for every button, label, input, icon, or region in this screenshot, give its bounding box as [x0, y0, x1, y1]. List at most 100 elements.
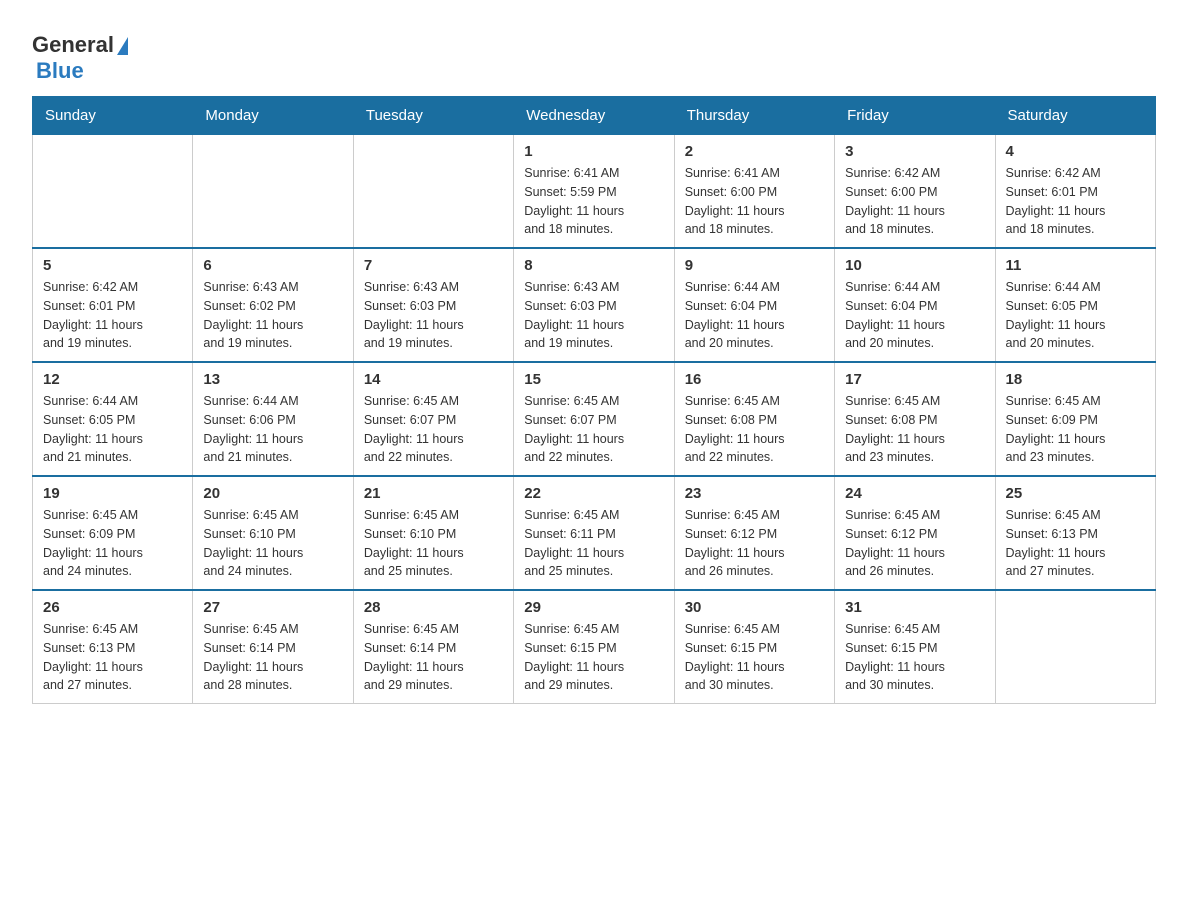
- logo: General Blue: [32, 32, 128, 84]
- day-number: 12: [43, 371, 182, 388]
- weekday-header: Tuesday: [353, 97, 513, 135]
- calendar-cell: 4Sunrise: 6:42 AMSunset: 6:01 PMDaylight…: [995, 135, 1155, 249]
- calendar-cell: 3Sunrise: 6:42 AMSunset: 6:00 PMDaylight…: [835, 135, 995, 249]
- calendar-cell: 11 Sunrise: 6:44 AMSunset: 6:05 PMDayligh…: [995, 248, 1155, 362]
- day-number: 1: [524, 143, 663, 160]
- day-info: Sunrise: 6:42 AMSunset: 6:01 PMDaylight:…: [43, 278, 182, 353]
- calendar-cell: 28 Sunrise: 6:45 AMSunset: 6:14 PMDayligh…: [353, 590, 513, 704]
- calendar-cell: 31 Sunrise: 6:45 AMSunset: 6:15 PMDayligh…: [835, 590, 995, 704]
- day-info: Sunrise: 6:45 AMSunset: 6:13 PMDaylight:…: [1006, 506, 1145, 581]
- day-info: Sunrise: 6:45 AMSunset: 6:15 PMDaylight:…: [524, 620, 663, 695]
- weekday-header: Thursday: [674, 97, 834, 135]
- weekday-header: Sunday: [33, 97, 193, 135]
- day-info: Sunrise: 6:41 AMSunset: 5:59 PMDaylight:…: [524, 164, 663, 239]
- day-info: Sunrise: 6:44 AMSunset: 6:04 PMDaylight:…: [845, 278, 984, 353]
- day-number: 25: [1006, 485, 1145, 502]
- calendar-cell: 16Sunrise: 6:45 AMSunset: 6:08 PMDayligh…: [674, 362, 834, 476]
- day-info: Sunrise: 6:45 AMSunset: 6:15 PMDaylight:…: [685, 620, 824, 695]
- day-number: 8: [524, 257, 663, 274]
- day-number: 19: [43, 485, 182, 502]
- calendar-cell: 25 Sunrise: 6:45 AMSunset: 6:13 PMDayligh…: [995, 476, 1155, 590]
- day-number: 5: [43, 257, 182, 274]
- day-number: 17: [845, 371, 984, 388]
- calendar-cell: 29 Sunrise: 6:45 AMSunset: 6:15 PMDayligh…: [514, 590, 674, 704]
- day-info: Sunrise: 6:45 AMSunset: 6:09 PMDaylight:…: [1006, 392, 1145, 467]
- calendar-week-row: 19 Sunrise: 6:45 AMSunset: 6:09 PMDayligh…: [33, 476, 1156, 590]
- weekday-header: Friday: [835, 97, 995, 135]
- day-info: Sunrise: 6:45 AMSunset: 6:11 PMDaylight:…: [524, 506, 663, 581]
- day-number: 10: [845, 257, 984, 274]
- day-info: Sunrise: 6:45 AMSunset: 6:10 PMDaylight:…: [364, 506, 503, 581]
- day-number: 24: [845, 485, 984, 502]
- day-number: 28: [364, 599, 503, 616]
- weekday-header: Monday: [193, 97, 353, 135]
- day-info: Sunrise: 6:41 AMSunset: 6:00 PMDaylight:…: [685, 164, 824, 239]
- calendar-cell: 26Sunrise: 6:45 AMSunset: 6:13 PMDayligh…: [33, 590, 193, 704]
- day-info: Sunrise: 6:45 AMSunset: 6:12 PMDaylight:…: [685, 506, 824, 581]
- calendar-cell: 13 Sunrise: 6:44 AMSunset: 6:06 PMDayligh…: [193, 362, 353, 476]
- day-number: 27: [203, 599, 342, 616]
- calendar-cell: 27 Sunrise: 6:45 AMSunset: 6:14 PMDayligh…: [193, 590, 353, 704]
- weekday-header: Saturday: [995, 97, 1155, 135]
- calendar-cell: [33, 135, 193, 249]
- calendar-cell: 2 Sunrise: 6:41 AMSunset: 6:00 PMDaylight…: [674, 135, 834, 249]
- day-info: Sunrise: 6:45 AMSunset: 6:07 PMDaylight:…: [364, 392, 503, 467]
- calendar-cell: 9 Sunrise: 6:44 AMSunset: 6:04 PMDaylight…: [674, 248, 834, 362]
- day-number: 6: [203, 257, 342, 274]
- logo-blue-text: Blue: [36, 58, 84, 84]
- day-info: Sunrise: 6:42 AMSunset: 6:00 PMDaylight:…: [845, 164, 984, 239]
- calendar-week-row: 26Sunrise: 6:45 AMSunset: 6:13 PMDayligh…: [33, 590, 1156, 704]
- day-info: Sunrise: 6:45 AMSunset: 6:14 PMDaylight:…: [203, 620, 342, 695]
- day-info: Sunrise: 6:44 AMSunset: 6:04 PMDaylight:…: [685, 278, 824, 353]
- calendar-cell: 12 Sunrise: 6:44 AMSunset: 6:05 PMDayligh…: [33, 362, 193, 476]
- calendar-week-row: 1 Sunrise: 6:41 AMSunset: 5:59 PMDaylight…: [33, 135, 1156, 249]
- day-number: 4: [1006, 143, 1145, 160]
- day-info: Sunrise: 6:45 AMSunset: 6:08 PMDaylight:…: [845, 392, 984, 467]
- day-number: 11: [1006, 257, 1145, 274]
- day-number: 15: [524, 371, 663, 388]
- calendar-cell: 30Sunrise: 6:45 AMSunset: 6:15 PMDayligh…: [674, 590, 834, 704]
- day-number: 14: [364, 371, 503, 388]
- day-number: 23: [685, 485, 824, 502]
- day-number: 7: [364, 257, 503, 274]
- day-info: Sunrise: 6:43 AMSunset: 6:03 PMDaylight:…: [364, 278, 503, 353]
- day-number: 18: [1006, 371, 1145, 388]
- calendar-week-row: 5 Sunrise: 6:42 AMSunset: 6:01 PMDaylight…: [33, 248, 1156, 362]
- calendar-cell: [353, 135, 513, 249]
- day-number: 26: [43, 599, 182, 616]
- calendar-header-row: SundayMondayTuesdayWednesdayThursdayFrid…: [33, 97, 1156, 135]
- calendar-cell: 18 Sunrise: 6:45 AMSunset: 6:09 PMDayligh…: [995, 362, 1155, 476]
- calendar-cell: 14 Sunrise: 6:45 AMSunset: 6:07 PMDayligh…: [353, 362, 513, 476]
- day-number: 31: [845, 599, 984, 616]
- calendar-cell: 20 Sunrise: 6:45 AMSunset: 6:10 PMDayligh…: [193, 476, 353, 590]
- day-number: 13: [203, 371, 342, 388]
- day-info: Sunrise: 6:43 AMSunset: 6:03 PMDaylight:…: [524, 278, 663, 353]
- calendar-cell: 1 Sunrise: 6:41 AMSunset: 5:59 PMDaylight…: [514, 135, 674, 249]
- day-info: Sunrise: 6:45 AMSunset: 6:09 PMDaylight:…: [43, 506, 182, 581]
- calendar-cell: 8 Sunrise: 6:43 AMSunset: 6:03 PMDaylight…: [514, 248, 674, 362]
- calendar-cell: [193, 135, 353, 249]
- calendar-cell: 17 Sunrise: 6:45 AMSunset: 6:08 PMDayligh…: [835, 362, 995, 476]
- page-header: General Blue: [32, 24, 1156, 84]
- calendar-cell: 10 Sunrise: 6:44 AMSunset: 6:04 PMDayligh…: [835, 248, 995, 362]
- calendar-cell: 15Sunrise: 6:45 AMSunset: 6:07 PMDayligh…: [514, 362, 674, 476]
- day-info: Sunrise: 6:45 AMSunset: 6:10 PMDaylight:…: [203, 506, 342, 581]
- calendar-cell: [995, 590, 1155, 704]
- day-number: 29: [524, 599, 663, 616]
- calendar-cell: 7 Sunrise: 6:43 AMSunset: 6:03 PMDaylight…: [353, 248, 513, 362]
- day-number: 20: [203, 485, 342, 502]
- day-number: 16: [685, 371, 824, 388]
- calendar-cell: 19 Sunrise: 6:45 AMSunset: 6:09 PMDayligh…: [33, 476, 193, 590]
- day-info: Sunrise: 6:45 AMSunset: 6:14 PMDaylight:…: [364, 620, 503, 695]
- day-number: 9: [685, 257, 824, 274]
- calendar-cell: 22Sunrise: 6:45 AMSunset: 6:11 PMDayligh…: [514, 476, 674, 590]
- day-info: Sunrise: 6:44 AMSunset: 6:05 PMDaylight:…: [1006, 278, 1145, 353]
- weekday-header: Wednesday: [514, 97, 674, 135]
- day-info: Sunrise: 6:44 AMSunset: 6:06 PMDaylight:…: [203, 392, 342, 467]
- day-info: Sunrise: 6:44 AMSunset: 6:05 PMDaylight:…: [43, 392, 182, 467]
- day-number: 2: [685, 143, 824, 160]
- day-info: Sunrise: 6:43 AMSunset: 6:02 PMDaylight:…: [203, 278, 342, 353]
- calendar-cell: 23 Sunrise: 6:45 AMSunset: 6:12 PMDayligh…: [674, 476, 834, 590]
- calendar-cell: 5 Sunrise: 6:42 AMSunset: 6:01 PMDaylight…: [33, 248, 193, 362]
- day-info: Sunrise: 6:45 AMSunset: 6:15 PMDaylight:…: [845, 620, 984, 695]
